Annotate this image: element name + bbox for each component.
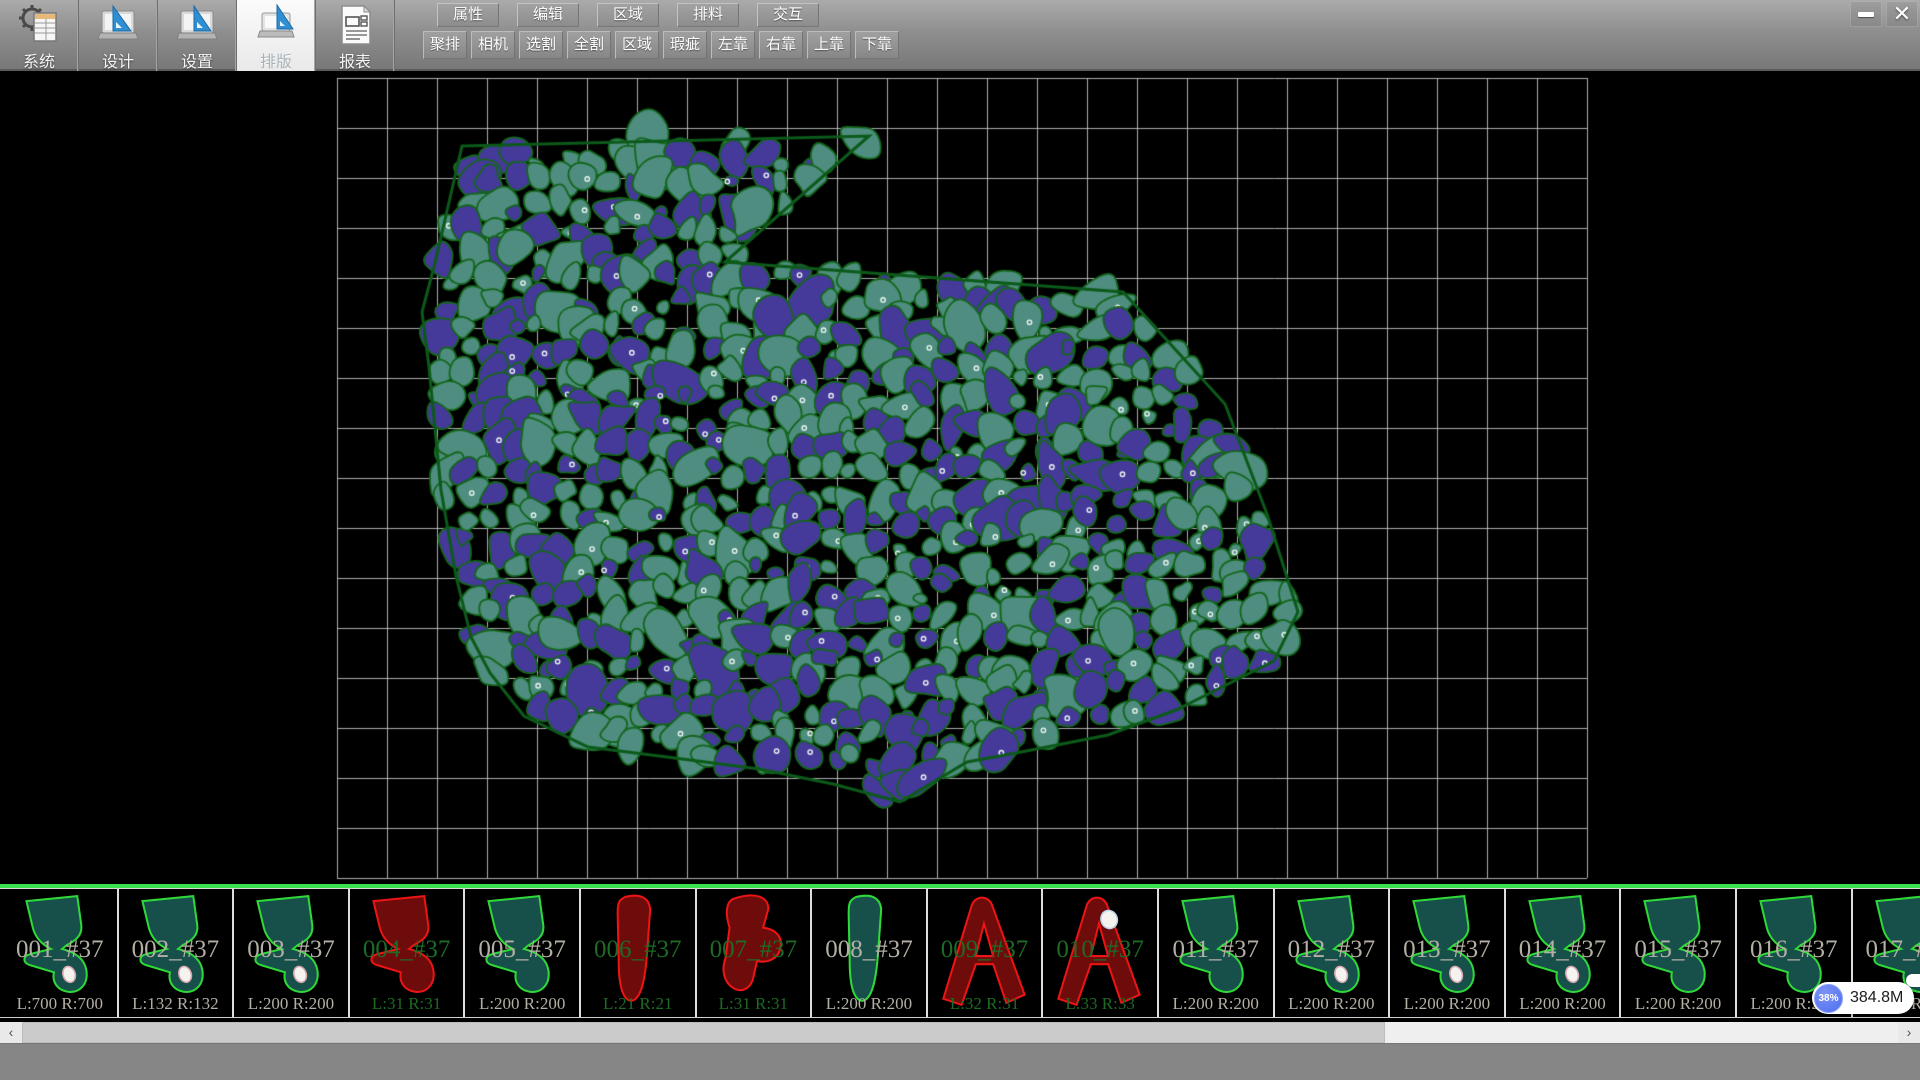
application-window: 系统 设计 [0, 0, 1920, 1080]
part-thumbnail[interactable]: 009_#37 L:32 R:31 [928, 889, 1044, 1017]
tool-cut-all[interactable]: 全割 [567, 31, 611, 59]
nav-label: 排版 [260, 48, 292, 72]
part-stats: L:200 R:200 [812, 994, 926, 1014]
part-thumbnail[interactable]: 006_#37 L:21 R:21 [581, 889, 697, 1017]
memory-badge[interactable]: 38% 384.8M [1812, 982, 1914, 1014]
part-name: 004_#37 [350, 936, 464, 964]
ruler-board-icon [174, 3, 220, 47]
part-thumbnail[interactable]: 014_#37 L:200 R:200 [1506, 889, 1622, 1017]
tool-align-left[interactable]: 左靠 [711, 31, 755, 59]
report-document-icon [332, 3, 378, 47]
part-thumbnail[interactable]: 008_#37 L:200 R:200 [812, 889, 928, 1017]
part-stats: L:200 R:200 [1390, 994, 1504, 1014]
tool-align-top[interactable]: 上靠 [807, 31, 851, 59]
part-stats: L:33 R:33 [1043, 994, 1157, 1014]
part-name: 009_#37 [928, 936, 1042, 964]
nav-item-report[interactable]: 报表 [316, 0, 395, 71]
part-name: 013_#37 [1390, 936, 1504, 964]
part-name: 006_#37 [581, 936, 695, 964]
nav-item-layout[interactable]: 排版 [237, 0, 316, 71]
workspace [0, 71, 1920, 884]
status-bar [0, 1043, 1920, 1080]
part-name: 017_#37 [1853, 936, 1920, 964]
nav-label: 设置 [181, 48, 213, 72]
tool-region[interactable]: 区域 [615, 31, 659, 59]
part-thumbnail[interactable]: 002_#37 L:132 R:132 [119, 889, 235, 1017]
part-thumbnail[interactable]: 012_#37 L:200 R:200 [1275, 889, 1391, 1017]
part-thumbnail[interactable]: 003_#37 L:200 R:200 [234, 889, 350, 1017]
tool-defect[interactable]: 瑕疵 [663, 31, 707, 59]
part-name: 005_#37 [465, 936, 579, 964]
part-stats: L:132 R:132 [119, 994, 233, 1014]
part-stats: L:200 R:200 [1275, 994, 1389, 1014]
part-stats: L:700 R:700 [3, 994, 117, 1014]
tab-region[interactable]: 区域 [597, 3, 659, 27]
part-name: 002_#37 [119, 936, 233, 964]
part-name: 007_#37 [697, 936, 811, 964]
nav-label: 系统 [23, 48, 55, 72]
part-thumbnail[interactable]: 007_#37 L:31 R:31 [697, 889, 813, 1017]
close-button[interactable]: ✕ [1886, 1, 1918, 27]
window-controls: ✕ [1850, 1, 1918, 27]
scroll-right-arrow-icon[interactable]: › [1898, 1022, 1920, 1043]
part-stats: L:31 R:31 [350, 994, 464, 1014]
part-stats: L:32 R:31 [928, 994, 1042, 1014]
main-nav: 系统 设计 [0, 0, 395, 71]
tool-align-bottom[interactable]: 下靠 [855, 31, 899, 59]
tab-properties[interactable]: 属性 [437, 3, 499, 27]
part-name: 011_#37 [1159, 936, 1273, 964]
nav-item-settings[interactable]: 设置 [158, 0, 237, 71]
part-name: 012_#37 [1275, 936, 1389, 964]
scroll-left-arrow-icon[interactable]: ‹ [0, 1022, 22, 1043]
part-name: 014_#37 [1506, 936, 1620, 964]
gear-document-icon [16, 3, 62, 47]
part-name: 015_#37 [1621, 936, 1735, 964]
part-thumbnail[interactable]: 013_#37 L:200 R:200 [1390, 889, 1506, 1017]
part-name: 003_#37 [234, 936, 348, 964]
nav-label: 报表 [339, 48, 371, 72]
nav-item-design[interactable]: 设计 [79, 0, 158, 71]
tab-interaction[interactable]: 交互 [757, 3, 819, 27]
parts-filmstrip: 001_#37 L:700 R:700 002_#37 L:132 R:132 … [0, 888, 1920, 1018]
part-thumbnail[interactable]: 015_#37 L:200 R:200 [1621, 889, 1737, 1017]
part-thumbnail[interactable]: 010_#37 L:33 R:33 [1043, 889, 1159, 1017]
part-thumbnail[interactable]: 001_#37 L:700 R:700 [3, 889, 119, 1017]
part-name: 016_#37 [1737, 936, 1851, 964]
part-name: 010_#37 [1043, 936, 1157, 964]
part-thumbnail[interactable]: 004_#37 L:31 R:31 [350, 889, 466, 1017]
part-stats: L:200 R:200 [1506, 994, 1620, 1014]
part-stats: L:200 R:200 [1621, 994, 1735, 1014]
menu-tab-row: 属性 编辑 区域 排料 交互 [437, 3, 819, 27]
part-thumbnail[interactable]: 005_#37 L:200 R:200 [465, 889, 581, 1017]
tool-select-cut[interactable]: 选割 [519, 31, 563, 59]
part-stats: L:200 R:200 [1159, 994, 1273, 1014]
minimize-button[interactable] [1850, 1, 1882, 27]
tool-align-right[interactable]: 右靠 [759, 31, 803, 59]
part-name: 001_#37 [3, 936, 117, 964]
ruler-board-icon [253, 3, 299, 47]
close-icon: ✕ [1893, 3, 1911, 25]
tool-cluster-nest[interactable]: 聚排 [423, 31, 467, 59]
nav-label: 设计 [102, 48, 134, 72]
scrollbar-thumb[interactable] [22, 1022, 1385, 1043]
horizontal-scrollbar[interactable]: ‹ › [0, 1022, 1920, 1043]
part-name: 008_#37 [812, 936, 926, 964]
progress-circle: 38% [1814, 984, 1843, 1013]
memory-value: 384.8M [1850, 989, 1903, 1007]
ruler-board-icon [95, 3, 141, 47]
part-thumbnail[interactable]: 011_#37 L:200 R:200 [1159, 889, 1275, 1017]
part-stats: L:31 R:31 [697, 994, 811, 1014]
part-stats: L:200 R:200 [234, 994, 348, 1014]
nav-item-system[interactable]: 系统 [0, 0, 79, 71]
tab-edit[interactable]: 编辑 [517, 3, 579, 27]
tab-nesting[interactable]: 排料 [677, 3, 739, 27]
minimize-icon [1858, 12, 1874, 17]
tool-camera[interactable]: 相机 [471, 31, 515, 59]
nesting-canvas[interactable] [0, 71, 1920, 884]
title-toolbar: 系统 设计 [0, 0, 1920, 71]
part-stats: L:200 R:200 [465, 994, 579, 1014]
part-stats: L:21 R:21 [581, 994, 695, 1014]
tool-button-row: 聚排 相机 选割 全割 区域 瑕疵 左靠 右靠 上靠 下靠 [423, 31, 899, 59]
